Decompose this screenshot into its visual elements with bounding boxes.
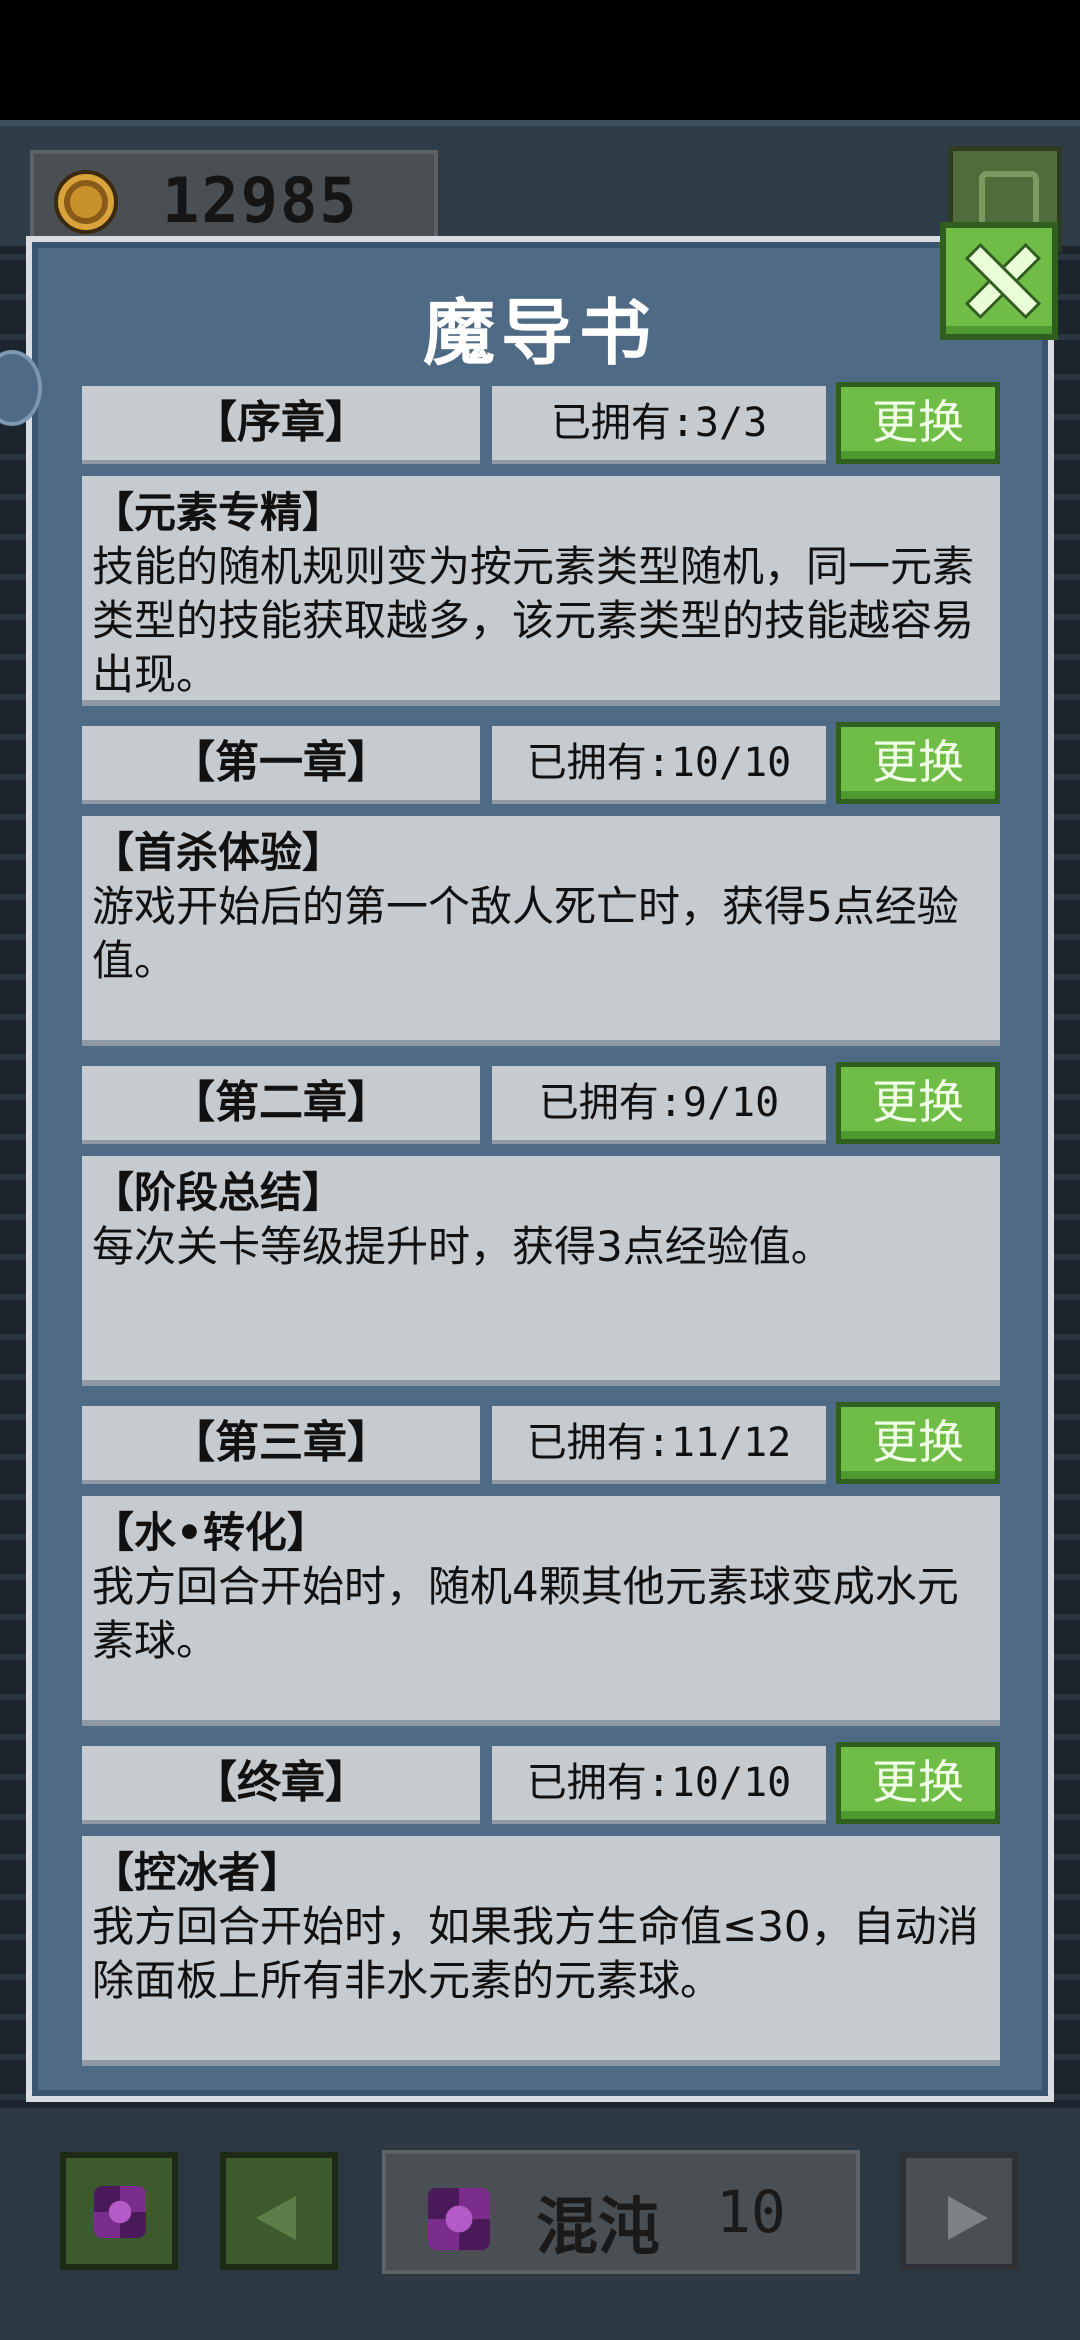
grimoire-panel-body: 魔导书 【序章】 已拥有:3/3 更换 【元素专精】 技能的随机规则变为按元素类… [32, 242, 1048, 2096]
chaos-flower-icon [94, 2186, 146, 2238]
skill-text: 我方回合开始时，随机4颗其他元素球变成水元素球。 [92, 1562, 959, 1665]
coin-icon [54, 170, 118, 234]
bottom-bar: 混沌 10 [0, 2108, 1080, 2340]
chapter-row-3: 【第三章】 已拥有:11/12 更换 [82, 1402, 1000, 1486]
swap-button[interactable]: 更换 [836, 382, 1000, 464]
close-button[interactable] [940, 222, 1058, 340]
mode-name: 混沌 [536, 2190, 661, 2263]
chapter-description: 【阶段总结】 每次关卡等级提升时，获得3点经验值。 [82, 1156, 1000, 1386]
chapter-description: 【控冰者】 我方回合开始时，如果我方生命值≤30，自动消除面板上所有非水元素的元… [82, 1836, 1000, 2066]
chapter-owned: 已拥有:3/3 [492, 386, 826, 464]
arrow-left-icon [256, 2196, 296, 2240]
close-icon [964, 242, 1034, 312]
arrow-right-icon [948, 2196, 988, 2240]
coin-count: 12985 [162, 164, 359, 237]
chapter-name: 【序章】 [82, 386, 480, 464]
chapter-name: 【第二章】 [82, 1066, 480, 1144]
skill-name: 【元素专精】 [92, 488, 345, 537]
skill-text: 我方回合开始时，如果我方生命值≤30，自动消除面板上所有非水元素的元素球。 [92, 1902, 979, 2005]
skill-name: 【控冰者】 [92, 1848, 303, 1897]
swap-button[interactable]: 更换 [836, 1742, 1000, 1824]
swap-button[interactable]: 更换 [836, 1402, 1000, 1484]
chapter-name: 【第一章】 [82, 726, 480, 804]
chapter-name: 【终章】 [82, 1746, 480, 1824]
chapter-name: 【第三章】 [82, 1406, 480, 1484]
previous-button[interactable] [220, 2152, 338, 2270]
panel-title: 魔导书 [422, 291, 657, 375]
chapter-owned: 已拥有:11/12 [492, 1406, 826, 1484]
element-button[interactable] [60, 2152, 178, 2270]
chapter-row-2: 【第二章】 已拥有:9/10 更换 [82, 1062, 1000, 1146]
mode-level: 10 [716, 2178, 786, 2246]
skill-text: 每次关卡等级提升时，获得3点经验值。 [92, 1222, 833, 1271]
mode-selector: 混沌 10 [382, 2150, 860, 2274]
skill-name: 【阶段总结】 [92, 1168, 345, 1217]
chapter-owned: 已拥有:10/10 [492, 1746, 826, 1824]
chaos-flower-icon [428, 2188, 490, 2250]
chapter-description: 【水•转化】 我方回合开始时，随机4颗其他元素球变成水元素球。 [82, 1496, 1000, 1726]
chapter-row-final: 【终章】 已拥有:10/10 更换 [82, 1742, 1000, 1826]
skill-text: 技能的随机规则变为按元素类型随机，同一元素类型的技能获取越多，该元素类型的技能越… [92, 542, 975, 699]
chapter-owned: 已拥有:10/10 [492, 726, 826, 804]
skill-text: 游戏开始后的第一个敌人死亡时，获得5点经验值。 [92, 882, 959, 985]
chapter-row-1: 【第一章】 已拥有:10/10 更换 [82, 722, 1000, 806]
grimoire-panel: 魔导书 【序章】 已拥有:3/3 更换 【元素专精】 技能的随机规则变为按元素类… [26, 236, 1054, 2102]
swap-button[interactable]: 更换 [836, 722, 1000, 804]
chapter-description: 【首杀体验】 游戏开始后的第一个敌人死亡时，获得5点经验值。 [82, 816, 1000, 1046]
chapter-description: 【元素专精】 技能的随机规则变为按元素类型随机，同一元素类型的技能获取越多，该元… [82, 476, 1000, 706]
skill-name: 【首杀体验】 [92, 828, 345, 877]
chapter-row-prologue: 【序章】 已拥有:3/3 更换 [82, 382, 1000, 466]
swap-button[interactable]: 更换 [836, 1062, 1000, 1144]
skill-name: 【水•转化】 [92, 1508, 329, 1557]
chapter-owned: 已拥有:9/10 [492, 1066, 826, 1144]
next-button[interactable] [900, 2152, 1018, 2270]
coin-counter: 12985 [30, 150, 438, 246]
